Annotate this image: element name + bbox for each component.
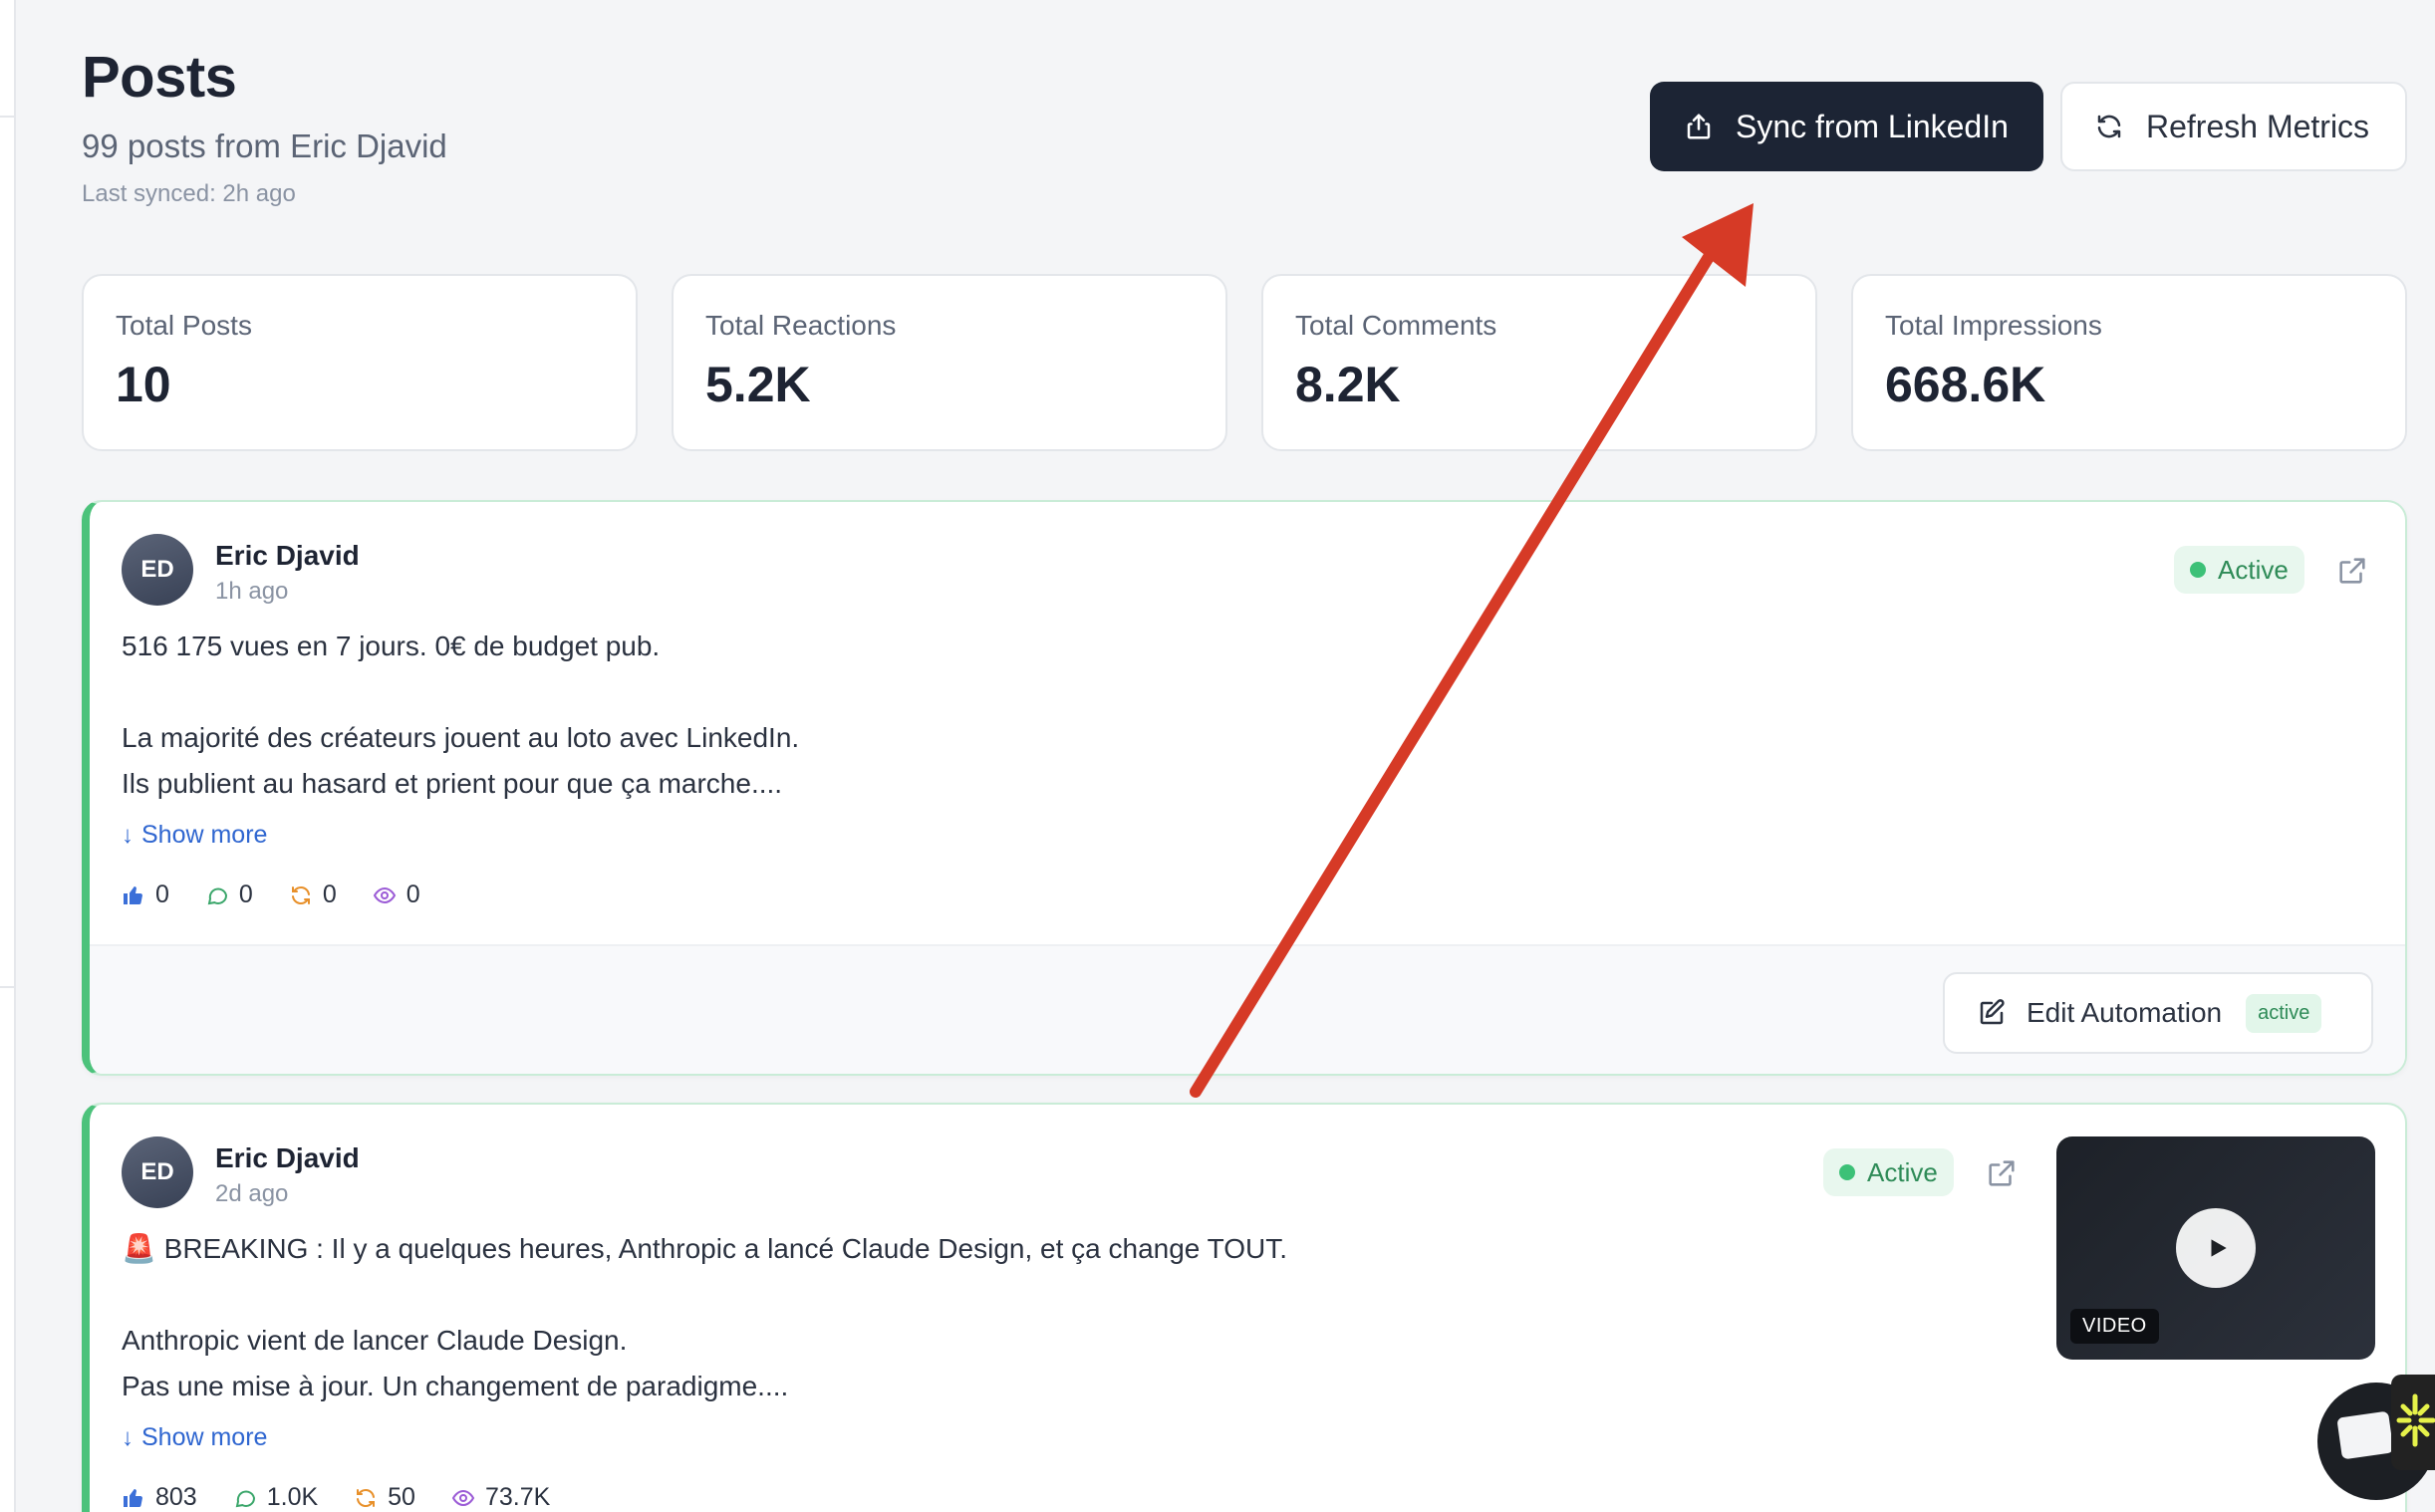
reactions-metric: 803 <box>122 1483 197 1512</box>
comments-count: 1.0K <box>266 1483 319 1511</box>
show-more-link[interactable]: ↓ Show more <box>122 821 267 850</box>
post-footer: Edit Automation active <box>90 944 2405 1074</box>
stat-label: Total Impressions <box>1885 310 2102 341</box>
reposts-count: 0 <box>322 881 337 908</box>
post-line: Pas une mise à jour. Un changement de pa… <box>122 1371 789 1401</box>
post-body: 🚨 BREAKING : Il y a quelques heures, Ant… <box>122 1226 1287 1409</box>
chat-bubble-icon <box>2336 1410 2394 1460</box>
show-more-label: Show more <box>141 1423 268 1451</box>
stat-card-total-impressions: Total Impressions 668.6K <box>1851 274 2407 451</box>
comments-metric: 0 <box>205 881 253 909</box>
thumbs-up-icon <box>124 1488 142 1507</box>
comments-metric: 1.0K <box>233 1483 318 1512</box>
status-dot <box>1839 1164 1855 1180</box>
sync-button-label: Sync from LinkedIn <box>1736 108 2009 144</box>
post-author: Eric Djavid <box>215 540 360 571</box>
edit-automation-label: Edit Automation <box>2027 997 2223 1028</box>
stat-label: Total Comments <box>1295 310 1497 341</box>
show-more-link[interactable]: ↓ Show more <box>122 1423 267 1452</box>
repost-icon <box>291 885 310 904</box>
stat-value: 668.6K <box>1885 357 2046 412</box>
page-subtitle: 99 posts from Eric Djavid <box>82 127 447 164</box>
sync-from-linkedin-button[interactable]: Sync from LinkedIn <box>1650 82 2043 171</box>
play-icon <box>2211 1239 2227 1257</box>
sync-upload-icon <box>1687 114 1711 139</box>
edit-automation-button[interactable]: Edit Automation active <box>1943 972 2373 1054</box>
sidebar-edge <box>0 0 16 1512</box>
repost-icon <box>357 1488 376 1507</box>
post-metrics: 0 0 0 0 <box>122 881 456 909</box>
status-label: Active <box>2218 554 2289 585</box>
refresh-button-label: Refresh Metrics <box>2146 108 2370 144</box>
post-card: ED Eric Djavid 2d ago Active VIDEO 🚨 BRE… <box>82 1103 2407 1512</box>
eye-icon <box>451 1489 475 1506</box>
stat-value: 5.2K <box>705 357 811 412</box>
status-badge: Active <box>1823 1148 1954 1196</box>
impressions-count: 73.7K <box>484 1483 551 1511</box>
post-line: 516 175 vues en 7 jours. 0€ de budget pu… <box>122 630 661 661</box>
arrow-down-icon: ↓ <box>122 821 134 849</box>
arrow-down-icon: ↓ <box>122 1423 134 1451</box>
last-synced-text: Last synced: 2h ago <box>82 180 296 207</box>
reactions-count: 0 <box>155 881 169 908</box>
avatar: ED <box>122 1136 193 1208</box>
impressions-count: 0 <box>406 881 420 908</box>
status-label: Active <box>1867 1156 1938 1187</box>
post-line: Anthropic vient de lancer Claude Design. <box>122 1325 628 1356</box>
reposts-metric: 0 <box>289 881 337 909</box>
post-author: Eric Djavid <box>215 1142 360 1173</box>
post-line: Ils publient au hasard et prient pour qu… <box>122 768 783 799</box>
post-metrics: 803 1.0K 50 73.7K <box>122 1483 586 1512</box>
reactions-metric: 0 <box>122 881 169 909</box>
comment-icon <box>207 887 227 904</box>
post-line: La majorité des créateurs jouent au loto… <box>122 722 800 753</box>
thumbs-up-icon <box>124 885 142 904</box>
refresh-metrics-button[interactable]: Refresh Metrics <box>2060 82 2407 171</box>
external-link-icon[interactable] <box>1985 1156 2019 1190</box>
play-button[interactable] <box>2176 1208 2256 1288</box>
sidebar-divider <box>0 986 16 988</box>
post-line <box>122 669 799 715</box>
refresh-icon <box>2097 115 2121 138</box>
post-line <box>122 1272 1287 1318</box>
status-dot <box>2190 562 2206 578</box>
post-body: 516 175 vues en 7 jours. 0€ de budget pu… <box>122 624 799 807</box>
stat-card-total-comments: Total Comments 8.2K <box>1261 274 1817 451</box>
page-title: Posts <box>82 45 237 110</box>
reposts-count: 50 <box>388 1483 415 1511</box>
avatar: ED <box>122 534 193 606</box>
reposts-metric: 50 <box>354 1483 415 1512</box>
stat-card-total-reactions: Total Reactions 5.2K <box>672 274 1227 451</box>
sidebar-divider <box>0 116 16 118</box>
post-time: 2d ago <box>215 1180 289 1207</box>
stat-label: Total Reactions <box>705 310 897 341</box>
impressions-metric: 0 <box>373 881 420 909</box>
post-card: ED Eric Djavid 1h ago Active 516 175 vue… <box>82 500 2407 1076</box>
post-line: 🚨 BREAKING : Il y a quelques heures, Ant… <box>122 1233 1288 1264</box>
stat-value: 8.2K <box>1295 357 1401 412</box>
stat-card-total-posts: Total Posts 10 <box>82 274 638 451</box>
sparkle-icon <box>2396 1393 2435 1447</box>
post-time: 1h ago <box>215 578 289 605</box>
eye-icon <box>373 886 396 903</box>
stat-label: Total Posts <box>116 310 252 341</box>
automation-status-badge: active <box>2246 993 2322 1033</box>
impressions-metric: 73.7K <box>451 1483 550 1512</box>
edit-icon <box>1980 999 2005 1025</box>
external-link-icon[interactable] <box>2335 554 2369 588</box>
comment-icon <box>235 1490 255 1507</box>
status-badge: Active <box>2174 546 2304 594</box>
stat-value: 10 <box>116 357 171 412</box>
reactions-count: 803 <box>155 1483 197 1511</box>
show-more-label: Show more <box>141 821 268 849</box>
video-thumbnail[interactable]: VIDEO <box>2056 1136 2375 1360</box>
video-label: VIDEO <box>2070 1309 2159 1344</box>
comments-count: 0 <box>238 881 253 908</box>
